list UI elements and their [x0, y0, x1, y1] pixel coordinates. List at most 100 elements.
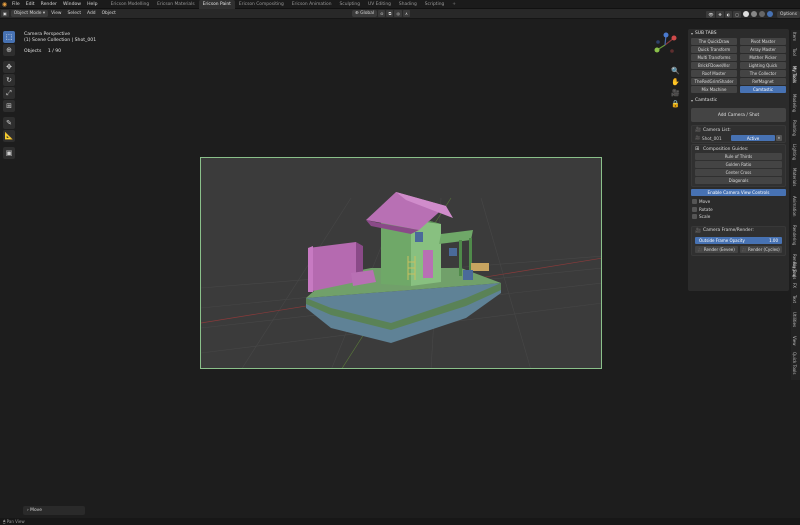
- move-icon[interactable]: ✥: [3, 61, 15, 73]
- zoom-icon[interactable]: 🔍: [671, 66, 680, 75]
- render-cycles-button[interactable]: 🎥 Render (Cycles): [739, 245, 782, 253]
- tab-uv-editing[interactable]: UV Editing: [364, 0, 395, 9]
- subtab-camtastic[interactable]: Camtastic: [740, 86, 786, 93]
- tab-scripting[interactable]: Scripting: [421, 0, 449, 9]
- guide-diagonals-button[interactable]: Diagonals: [695, 177, 782, 184]
- tab-view[interactable]: View: [792, 336, 797, 346]
- overlay-icon[interactable]: ◐: [724, 10, 733, 18]
- xray-icon[interactable]: ▢: [733, 10, 742, 18]
- select-box-icon[interactable]: ⬚: [3, 31, 15, 43]
- navigation-gizmo[interactable]: [652, 32, 678, 58]
- tab-ericson-modelling[interactable]: Ericson Modelling: [107, 0, 154, 9]
- menu-render[interactable]: Render: [38, 0, 60, 9]
- subtab-pivot-master[interactable]: Pivot Master: [740, 38, 786, 45]
- scale-icon[interactable]: ⤢: [3, 87, 15, 99]
- subtab-quickdraw[interactable]: The QuickDraw: [691, 38, 737, 45]
- guide-center-cross-button[interactable]: Center Cross: [695, 169, 782, 176]
- tab-utilities[interactable]: Utilities: [792, 312, 797, 327]
- subtab-lighting-quick[interactable]: Lighting Quick: [740, 62, 786, 69]
- camera-frame[interactable]: [200, 157, 602, 369]
- measure-icon[interactable]: 📐: [3, 130, 15, 142]
- subtab-quick-transform[interactable]: Quick Transform: [691, 46, 737, 53]
- tab-animation[interactable]: Animation: [792, 196, 797, 216]
- camera-view-icon[interactable]: 🎥: [671, 88, 680, 97]
- guide-rule-of-thirds-button[interactable]: Rule of Thirds: [695, 153, 782, 160]
- menu-object[interactable]: Object: [99, 9, 119, 19]
- outside-frame-opacity-slider[interactable]: Outside Frame Opacity 1.00: [695, 236, 782, 244]
- subtab-mix-machine[interactable]: Mix Machine: [691, 86, 737, 93]
- tab-rigging[interactable]: Rigging: [792, 262, 797, 277]
- cursor-icon[interactable]: ⊕: [3, 44, 15, 56]
- tab-lighting[interactable]: Lighting: [792, 144, 797, 160]
- subtab-roof-master[interactable]: Roof Master: [691, 70, 737, 77]
- rotate-checkbox[interactable]: Rotate: [688, 206, 789, 214]
- subtab-the-collector[interactable]: The Collector: [740, 70, 786, 77]
- menu-add[interactable]: Add: [84, 9, 99, 19]
- tab-tool[interactable]: Tool: [792, 48, 797, 56]
- subtab-redgrim-shader[interactable]: TheRedGrimShader: [691, 78, 737, 85]
- tab-painting[interactable]: Painting: [792, 120, 797, 136]
- tab-ericson-animation[interactable]: Ericson Animation: [288, 0, 336, 9]
- camera-active-badge[interactable]: Active: [731, 135, 775, 141]
- tool-divider: [3, 57, 17, 60]
- subtab-refmagnet[interactable]: RefMagnet: [740, 78, 786, 85]
- tab-quick-tools[interactable]: Quick Tools: [792, 352, 797, 374]
- subtab-multi-transforms[interactable]: Multi Transforms: [691, 54, 737, 61]
- annotate-icon[interactable]: ✎: [3, 117, 15, 129]
- tab-modeling[interactable]: Modeling: [792, 94, 797, 112]
- enable-camera-view-controls-button[interactable]: Enable Camera View Controls: [691, 189, 786, 196]
- menu-view[interactable]: View: [48, 9, 64, 19]
- move-checkbox[interactable]: Move: [688, 198, 789, 206]
- tab-ericson-paint[interactable]: Ericson Paint: [198, 0, 235, 9]
- main-menu: File Edit Render Window Help: [9, 0, 101, 9]
- snap-icon[interactable]: ⧉: [386, 10, 394, 17]
- tab-sculpting[interactable]: Sculpting: [336, 0, 365, 9]
- subtab-array-master[interactable]: Array Master: [740, 46, 786, 53]
- blender-logo-icon[interactable]: ◉: [0, 0, 9, 9]
- tab-ericson-materials[interactable]: Ericson Materials: [153, 0, 199, 9]
- options-button[interactable]: Options: [777, 10, 800, 18]
- material-shading-icon[interactable]: [751, 11, 758, 17]
- solid-shading-icon[interactable]: [743, 11, 750, 17]
- orientation-select[interactable]: ⊕ Global: [352, 10, 378, 17]
- tab-my-tools[interactable]: My Tools: [792, 66, 797, 83]
- tab-materials[interactable]: Materials: [792, 168, 797, 186]
- proportional-edit-icon[interactable]: ◎: [394, 10, 402, 17]
- falloff-icon[interactable]: ∧: [402, 10, 410, 17]
- guide-golden-ratio-button[interactable]: Golden Ratio: [695, 161, 782, 168]
- transform-icon[interactable]: ⊞: [3, 100, 15, 112]
- add-camera-shot-button[interactable]: Add Camera / Shot: [691, 108, 786, 122]
- menu-help[interactable]: Help: [84, 0, 100, 9]
- wireframe-shading-icon[interactable]: [767, 11, 774, 17]
- camtastic-header[interactable]: ▾ Camtastic: [688, 96, 789, 105]
- tab-text[interactable]: Text: [792, 295, 797, 303]
- lock-icon[interactable]: 🔒: [671, 99, 680, 108]
- last-operator-panel[interactable]: › Move: [23, 506, 85, 515]
- tab-fx[interactable]: FX: [792, 283, 797, 288]
- mode-select[interactable]: Object Mode ▾: [10, 10, 49, 17]
- tab-shading[interactable]: Shading: [395, 0, 421, 9]
- scale-checkbox[interactable]: Scale: [688, 213, 789, 221]
- subtab-mother-picker[interactable]: Mother Picker: [740, 54, 786, 61]
- add-workspace-icon[interactable]: +: [448, 0, 460, 9]
- tab-item[interactable]: Item: [792, 32, 797, 41]
- subtabs-header[interactable]: ▾ SUB TABS: [688, 29, 789, 38]
- render-eevee-button[interactable]: 🎥 Render (Eevee): [695, 245, 738, 253]
- gizmo-toggle-icon[interactable]: ✥: [716, 10, 724, 18]
- add-cube-icon[interactable]: ▣: [3, 147, 15, 159]
- editor-type-icon[interactable]: ▣: [1, 10, 9, 17]
- pan-hand-icon[interactable]: ✋: [671, 77, 680, 86]
- menu-select[interactable]: Select: [65, 9, 85, 19]
- rotate-icon[interactable]: ↻: [3, 74, 15, 86]
- tab-rendering[interactable]: Rendering: [792, 225, 797, 245]
- menu-file[interactable]: File: [9, 0, 23, 9]
- pivot-icon[interactable]: ⊙: [378, 10, 386, 17]
- list-item[interactable]: 🎥 Shot_001 Active ✕: [692, 134, 785, 142]
- remove-camera-icon[interactable]: ✕: [776, 135, 782, 141]
- menu-window[interactable]: Window: [60, 0, 84, 9]
- tab-ericson-compositing[interactable]: Ericson Compositing: [235, 0, 288, 9]
- menu-edit[interactable]: Edit: [23, 0, 38, 9]
- subtab-brick-dowel[interactable]: BrickFDowel/Ilsr: [691, 62, 737, 69]
- visibility-icon[interactable]: 👁: [706, 10, 716, 18]
- rendered-shading-icon[interactable]: [759, 11, 766, 17]
